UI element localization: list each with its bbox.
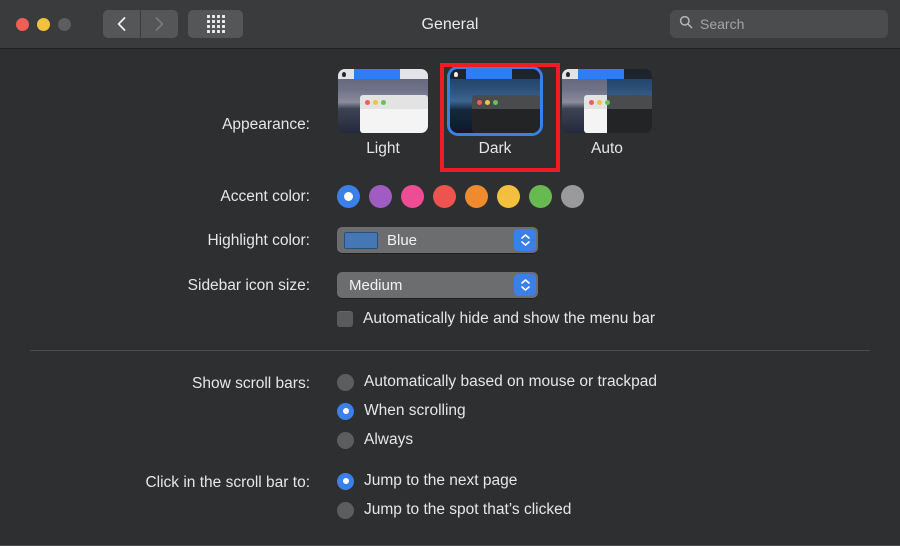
highlight-color-label: Highlight color: <box>207 232 310 249</box>
scroll-bars-option-when-scrolling[interactable]: When scrolling <box>337 402 466 420</box>
appearance-option-auto[interactable]: Auto <box>562 69 652 158</box>
preferences-content: Appearance: Light Dark Auto Accent color… <box>0 49 900 546</box>
auto-hide-menubar-label: Automatically hide and show the menu bar <box>363 310 656 327</box>
radio-jump-next-page[interactable] <box>337 472 354 490</box>
mini-close-dot <box>365 99 370 105</box>
highlight-color-stepper[interactable] <box>514 229 536 251</box>
search-icon <box>679 15 693 34</box>
accent-swatch-green[interactable] <box>529 185 552 208</box>
mini-window-light <box>360 95 428 133</box>
click-scroll-option-next-page[interactable]: Jump to the next page <box>337 472 517 490</box>
sidebar-icon-size-popup[interactable]: Medium <box>337 272 538 298</box>
highlight-color-value: Blue <box>387 231 418 249</box>
mini-min-dot <box>373 99 378 105</box>
section-divider <box>30 350 870 351</box>
auto-light-half <box>562 69 607 133</box>
appearance-thumbnail-light[interactable] <box>338 69 428 133</box>
scroll-bars-option-when-scrolling-label: When scrolling <box>364 402 466 419</box>
appearance-thumbnail-auto[interactable] <box>562 69 652 133</box>
sidebar-icon-size-value: Medium <box>349 276 403 294</box>
scroll-bars-option-automatic[interactable]: Automatically based on mouse or trackpad <box>337 373 657 391</box>
appearance-option-light[interactable]: Light <box>338 69 428 158</box>
radio-automatic[interactable] <box>337 373 354 391</box>
sidebar-icon-size-label: Sidebar icon size: <box>187 277 310 294</box>
show-scroll-bars-label: Show scroll bars: <box>191 375 310 392</box>
menubar-highlight <box>354 69 400 79</box>
accent-swatch-graphite[interactable] <box>561 185 584 208</box>
radio-jump-spot-clicked[interactable] <box>337 501 354 519</box>
apple-logo-icon <box>342 71 346 77</box>
click-scroll-option-spot-clicked[interactable]: Jump to the spot that’s clicked <box>337 501 571 519</box>
system-preferences-window: General Search Appearance: Light Dark Au… <box>0 0 900 546</box>
mini-window-titlebar <box>360 95 428 109</box>
mini-window-body <box>360 109 428 133</box>
scroll-bars-option-automatic-label: Automatically based on mouse or trackpad <box>364 373 657 390</box>
auto-hide-menubar-checkbox[interactable] <box>337 311 353 327</box>
appearance-label-light: Light <box>366 140 400 157</box>
radio-always[interactable] <box>337 431 354 449</box>
dark-option-highlight-annotation <box>440 63 560 172</box>
appearance-label: Appearance: <box>222 116 310 133</box>
click-scroll-bar-label: Click in the scroll bar to: <box>145 474 310 491</box>
scroll-bars-option-always[interactable]: Always <box>337 431 413 449</box>
accent-swatch-red[interactable] <box>433 185 456 208</box>
highlight-color-popup[interactable]: Blue <box>337 227 538 253</box>
accent-swatch-pink[interactable] <box>401 185 424 208</box>
search-field[interactable]: Search <box>670 10 888 38</box>
sidebar-icon-size-stepper[interactable] <box>514 274 536 296</box>
accent-swatch-yellow[interactable] <box>497 185 520 208</box>
mini-zoom-dot <box>381 99 386 105</box>
auto-dark-half <box>607 69 652 133</box>
search-placeholder: Search <box>700 16 745 32</box>
accent-color-label: Accent color: <box>220 188 310 205</box>
auto-hide-menubar-row[interactable]: Automatically hide and show the menu bar <box>337 310 655 328</box>
window-titlebar: General Search <box>0 0 900 49</box>
menubar-highlight <box>578 69 607 79</box>
mini-menubar-light <box>338 69 428 79</box>
accent-swatch-blue[interactable] <box>337 185 360 208</box>
click-scroll-option-next-page-label: Jump to the next page <box>364 472 518 489</box>
accent-swatch-orange[interactable] <box>465 185 488 208</box>
click-scroll-option-spot-clicked-label: Jump to the spot that’s clicked <box>364 501 572 518</box>
scroll-bars-option-always-label: Always <box>364 431 414 448</box>
apple-logo-icon <box>566 71 570 77</box>
accent-swatch-purple[interactable] <box>369 185 392 208</box>
highlight-color-chip <box>344 231 378 249</box>
appearance-label-auto: Auto <box>591 140 623 157</box>
menubar-highlight <box>607 69 624 79</box>
accent-color-swatches <box>337 185 584 208</box>
radio-when-scrolling[interactable] <box>337 402 354 420</box>
